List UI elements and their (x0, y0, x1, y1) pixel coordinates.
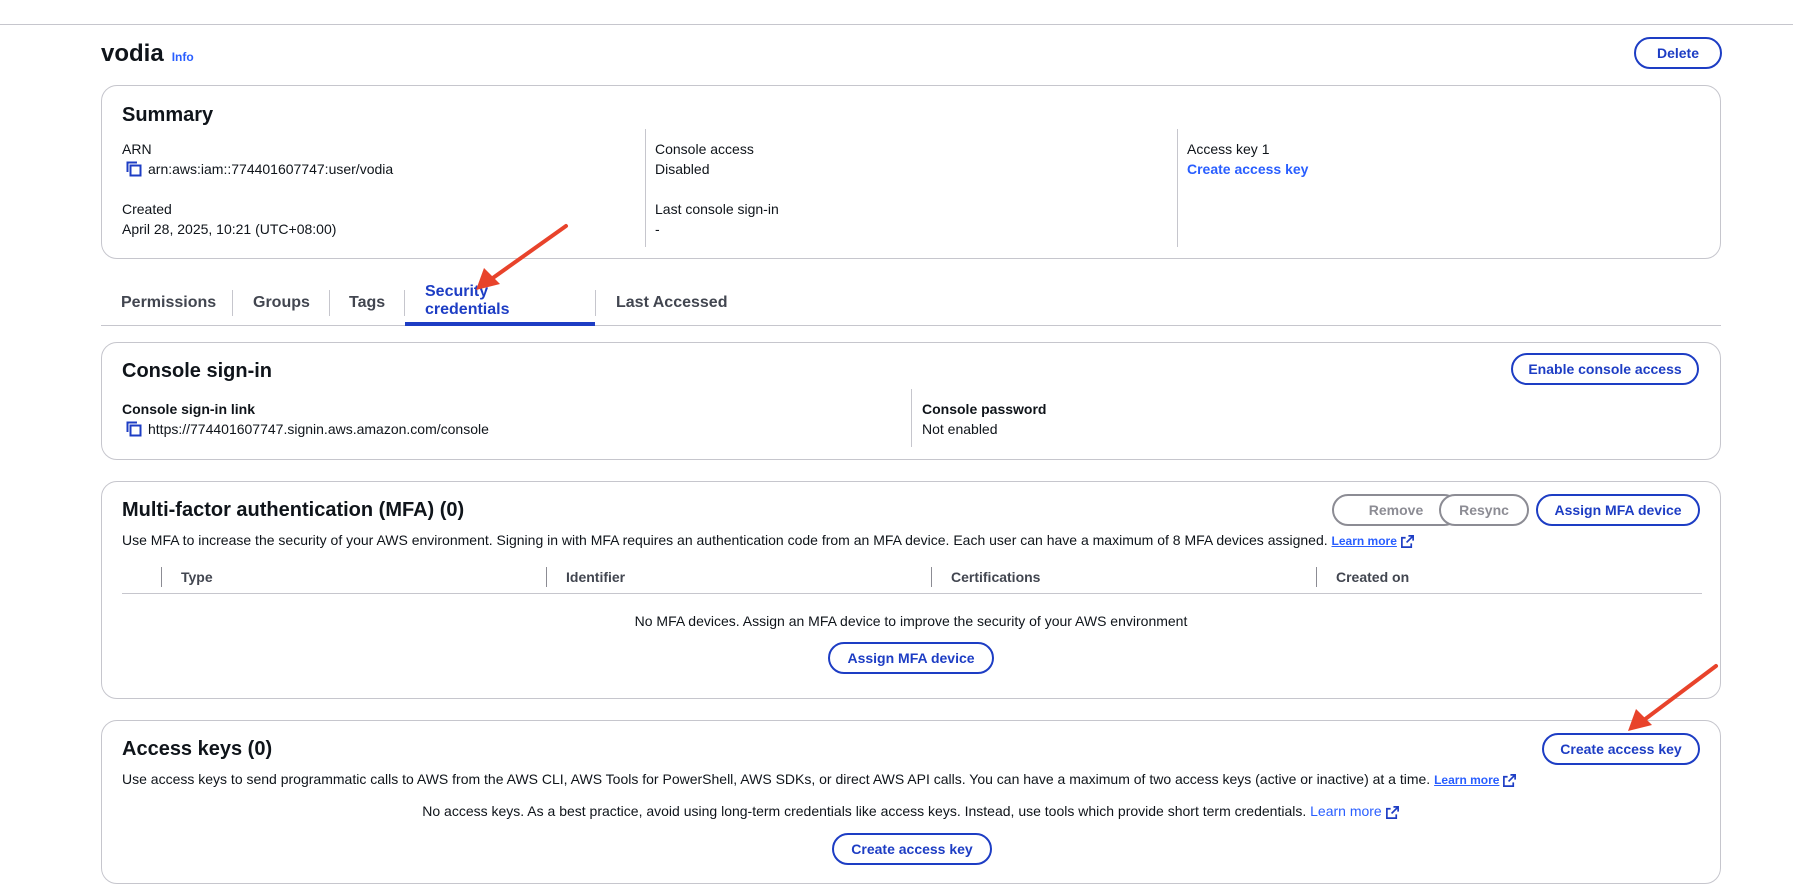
copy-icon[interactable] (126, 421, 142, 437)
external-link-icon[interactable] (1502, 773, 1517, 788)
last-signin-value: - (655, 221, 660, 237)
info-link[interactable]: Info (172, 50, 194, 64)
page-header: vodia Info (101, 40, 194, 68)
mfa-empty-text: No MFA devices. Assign an MFA device to … (634, 613, 1188, 629)
arn-value: arn:aws:iam::774401607747:user/vodia (148, 161, 394, 177)
console-signin-link-value: https://774401607747.signin.aws.amazon.c… (148, 421, 489, 437)
access-keys-card: Access keys (0) Create access key Use ac… (101, 720, 1721, 884)
annotation-arrow-icon (1628, 664, 1718, 731)
external-link-icon[interactable] (1400, 534, 1415, 549)
console-divider (911, 389, 912, 447)
annotation-arrow-icon (476, 224, 568, 290)
mfa-description: Use MFA to increase the security of your… (122, 532, 1415, 549)
tab-last-accessed[interactable]: Last Accessed (596, 280, 747, 326)
access-keys-description: Use access keys to send programmatic cal… (122, 771, 1517, 788)
access-keys-empty-message: No access keys. As a best practice, avoi… (102, 803, 1720, 820)
mfa-title: Multi-factor authentication (MFA) (0) (122, 499, 465, 521)
summary-card: Summary ARN arn:aws:iam::774401607747:us… (101, 85, 1721, 259)
assign-mfa-device-empty-button[interactable]: Assign MFA device (828, 642, 994, 674)
column-certifications[interactable]: Certifications (951, 569, 1040, 585)
create-access-key-button[interactable]: Create access key (1542, 733, 1700, 765)
created-label: Created (122, 201, 172, 217)
column-divider (931, 567, 932, 587)
top-divider (0, 24, 1793, 25)
console-access-value: Disabled (655, 161, 710, 177)
created-value: April 28, 2025, 10:21 (UTC+08:00) (122, 221, 337, 237)
tab-permissions[interactable]: Permissions (101, 280, 236, 326)
tab-tags[interactable]: Tags (329, 280, 405, 326)
create-access-key-link[interactable]: Create access key (1187, 161, 1308, 177)
summary-divider (645, 129, 646, 247)
arn-label: ARN (122, 141, 152, 157)
column-divider (546, 567, 547, 587)
access-keys-empty-text: No access keys. As a best practice, avoi… (422, 803, 1307, 819)
summary-divider (1177, 129, 1178, 247)
enable-console-access-button[interactable]: Enable console access (1511, 353, 1699, 385)
mfa-card: Multi-factor authentication (MFA) (0) Re… (101, 481, 1721, 699)
access-keys-empty-learn-more-link[interactable]: Learn more (1310, 803, 1382, 819)
column-identifier[interactable]: Identifier (566, 569, 625, 585)
assign-mfa-device-button[interactable]: Assign MFA device (1536, 494, 1700, 526)
copy-icon[interactable] (126, 161, 142, 177)
column-divider (1316, 567, 1317, 587)
delete-button[interactable]: Delete (1634, 37, 1722, 69)
resync-button[interactable]: Resync (1439, 494, 1529, 526)
mfa-table-header: Type Identifier Certifications Created o… (122, 562, 1702, 594)
tab-groups[interactable]: Groups (233, 280, 330, 326)
column-created-on[interactable]: Created on (1336, 569, 1409, 585)
access-key-label: Access key 1 (1187, 141, 1270, 157)
column-divider (161, 567, 162, 587)
console-signin-link-label: Console sign-in link (122, 401, 256, 417)
mfa-learn-more-link[interactable]: Learn more (1332, 534, 1397, 548)
last-signin-label: Last console sign-in (655, 201, 779, 217)
console-signin-title: Console sign-in (122, 360, 272, 382)
page-title: vodia (101, 40, 164, 67)
console-password-label: Console password (922, 401, 1047, 417)
access-keys-title: Access keys (0) (122, 738, 273, 760)
tab-bar: Permissions Groups Tags Security credent… (101, 280, 1721, 326)
access-keys-description-text: Use access keys to send programmatic cal… (122, 771, 1431, 787)
console-password-value: Not enabled (922, 421, 998, 437)
access-keys-learn-more-link[interactable]: Learn more (1434, 773, 1499, 787)
console-signin-card: Console sign-in Enable console access Co… (101, 342, 1721, 460)
create-access-key-empty-button[interactable]: Create access key (832, 833, 992, 865)
mfa-description-text: Use MFA to increase the security of your… (122, 532, 1328, 548)
column-type[interactable]: Type (181, 569, 213, 585)
external-link-icon[interactable] (1385, 805, 1400, 820)
summary-title: Summary (122, 104, 214, 126)
console-access-label: Console access (655, 141, 754, 157)
